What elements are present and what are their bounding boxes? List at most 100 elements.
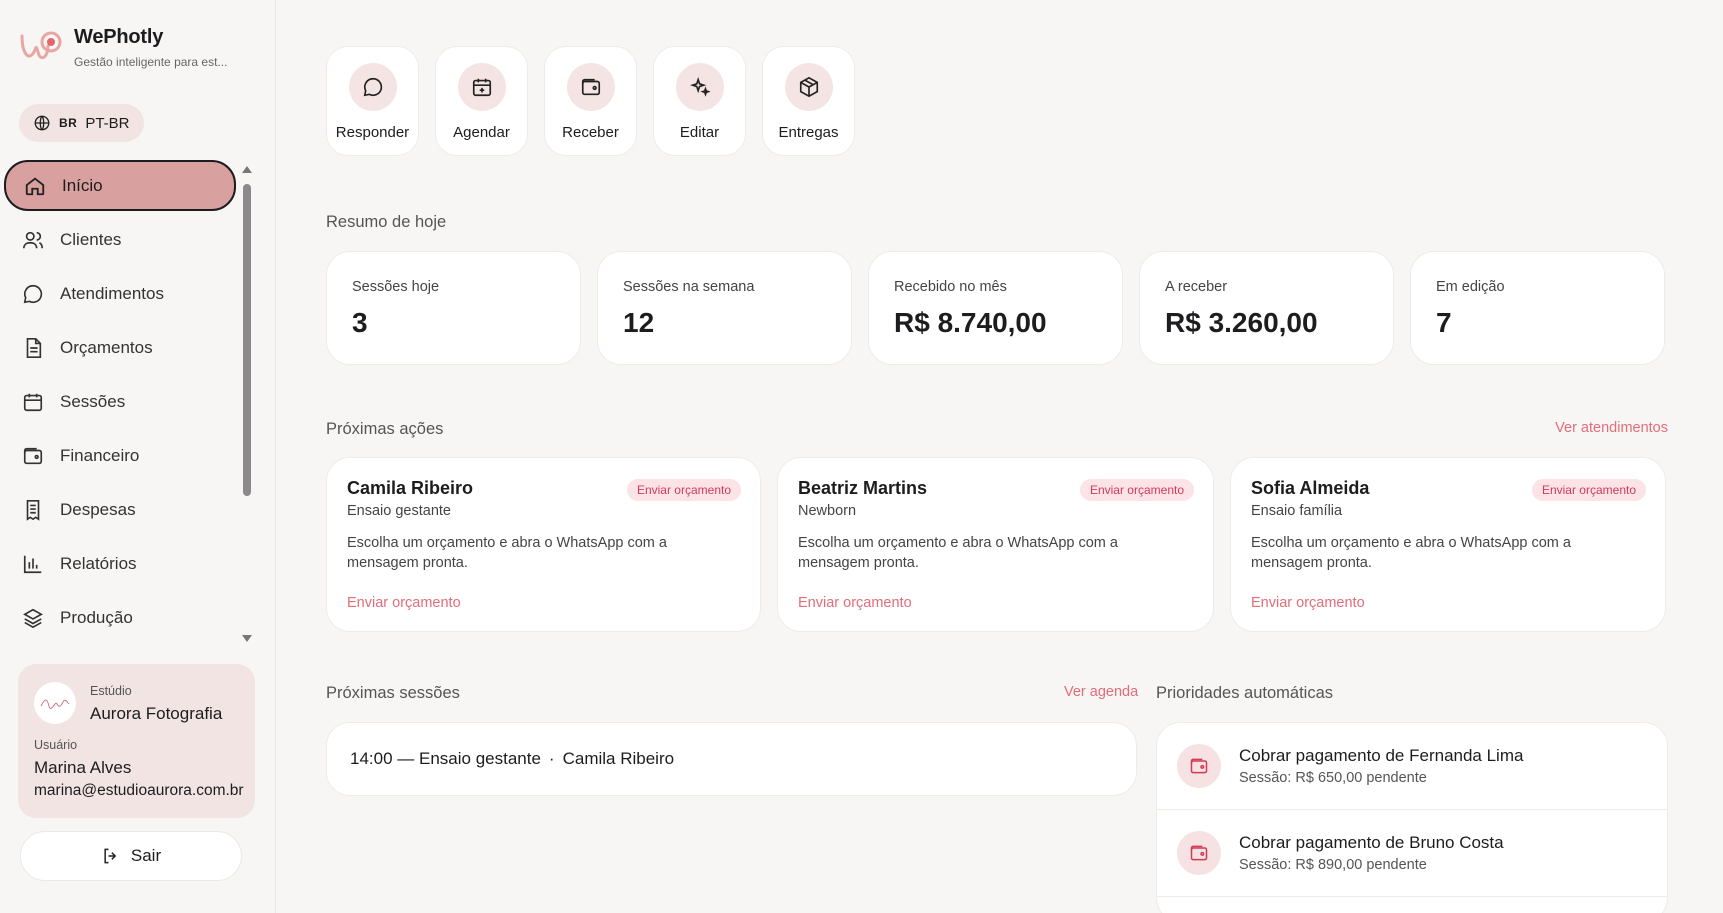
user-email: marina@estudioaurora.com.br (34, 782, 244, 799)
sidebar-scrollbar[interactable] (240, 166, 254, 642)
stat-card: Sessões na semana 12 (597, 251, 852, 365)
language-code: BR (59, 116, 78, 130)
summary-title: Resumo de hoje (326, 213, 447, 231)
status-badge: Enviar orçamento (1079, 479, 1194, 501)
wallet-icon (1177, 744, 1221, 788)
studio-name: Aurora Fotografia (90, 704, 223, 723)
logout-button[interactable]: Sair (20, 831, 242, 881)
sidebar-item-label: Sessões (60, 391, 126, 411)
send-quote-link[interactable]: Enviar orçamento (798, 595, 912, 611)
priority-title: Cobrar pagamento de Bruno Costa (1239, 833, 1504, 852)
studio-avatar (34, 682, 76, 724)
sidebar-item-clientes[interactable]: Clientes (4, 214, 236, 265)
action-card[interactable]: Sofia Almeida Ensaio família Enviar orça… (1230, 457, 1666, 632)
session-time-type: 14:00 — Ensaio gestante (350, 749, 541, 768)
sidebar-item-label: Início (62, 175, 103, 195)
stat-value: R$ 8.740,00 (894, 307, 1047, 338)
see-appointments-link[interactable]: Ver atendimentos (1555, 420, 1668, 436)
sidebar-item-sessoes[interactable]: Sessões (4, 376, 236, 427)
sidebar: WePhotly Gestão inteligente para est... … (0, 0, 276, 913)
studio-signature-logo-icon (40, 699, 70, 709)
status-badge: Enviar orçamento (1531, 479, 1646, 501)
quick-actions: Responder Agendar Receber Editar Entrega… (326, 46, 871, 156)
scroll-down-arrow-icon[interactable] (242, 635, 252, 642)
next-actions-title: Próximas ações (326, 420, 444, 438)
document-icon (20, 335, 46, 361)
sidebar-item-label: Orçamentos (60, 337, 153, 357)
action-description: Escolha um orçamento e abra o WhatsApp c… (347, 535, 667, 571)
brand-name: WePhotly (74, 26, 164, 48)
language-selector[interactable]: BR PT-BR (19, 104, 144, 142)
sidebar-item-relatorios[interactable]: Relatórios (4, 538, 236, 589)
sidebar-item-label: Produção (60, 607, 133, 627)
chat-icon (20, 281, 46, 307)
sidebar-item-label: Despesas (60, 499, 136, 519)
priorities-list: Cobrar pagamento de Fernanda Lima Sessão… (1156, 722, 1668, 913)
next-sessions-title: Próximas sessões (326, 684, 460, 702)
session-item[interactable]: 14:00 — Ensaio gestante · Camila Ribeiro (326, 722, 1137, 796)
action-card[interactable]: Camila Ribeiro Ensaio gestante Enviar or… (326, 457, 761, 632)
see-schedule-link[interactable]: Ver agenda (1064, 684, 1138, 700)
sidebar-item-producao[interactable]: Produção (4, 592, 236, 643)
stat-label: Sessões hoje (352, 279, 440, 295)
quick-action-responder[interactable]: Responder (326, 46, 419, 156)
action-description: Escolha um orçamento e abra o WhatsApp c… (798, 535, 1118, 571)
quick-action-entregas[interactable]: Entregas (762, 46, 855, 156)
user-name: Marina Alves (34, 758, 132, 777)
layers-icon (20, 605, 46, 631)
stat-label: Sessões na semana (623, 279, 755, 295)
priority-item[interactable]: Cobrar pagamento de Bruno Costa Sessão: … (1157, 810, 1667, 897)
quick-action-editar[interactable]: Editar (653, 46, 746, 156)
globe-icon (34, 115, 50, 131)
status-badge: Enviar orçamento (626, 479, 741, 501)
wallet-icon (1177, 831, 1221, 875)
summary-stats: Sessões hoje 3 Sessões na semana 12 Rece… (326, 251, 1665, 365)
stat-label: Em edição (1436, 279, 1505, 295)
priority-subtitle: Sessão: R$ 890,00 pendente (1239, 857, 1427, 873)
send-quote-link[interactable]: Enviar orçamento (1251, 595, 1365, 611)
send-quote-link[interactable]: Enviar orçamento (347, 595, 461, 611)
quick-action-label: Entregas (778, 124, 839, 141)
stat-value: 3 (352, 307, 368, 338)
action-description: Escolha um orçamento e abra o WhatsApp c… (1251, 535, 1571, 571)
quick-action-agendar[interactable]: Agendar (435, 46, 528, 156)
brand-subtitle: Gestão inteligente para est... (74, 55, 228, 69)
next-actions-list: Camila Ribeiro Ensaio gestante Enviar or… (326, 457, 1666, 632)
stat-label: A receber (1165, 279, 1228, 295)
stat-value: 7 (1436, 307, 1452, 338)
logout-icon (101, 846, 121, 866)
receipt-icon (20, 497, 46, 523)
sidebar-item-orcamentos[interactable]: Orçamentos (4, 322, 236, 373)
session-type: Ensaio família (1251, 503, 1343, 519)
bar-chart-icon (20, 551, 46, 577)
priority-item[interactable]: Cobrar pagamento de Fernanda Lima Sessão… (1157, 723, 1667, 810)
priority-subtitle: Sessão: R$ 650,00 pendente (1239, 770, 1427, 786)
sidebar-item-despesas[interactable]: Despesas (4, 484, 236, 535)
quick-action-label: Agendar (453, 124, 510, 141)
sidebar-item-label: Financeiro (60, 445, 140, 465)
sidebar-item-inicio[interactable]: Início (4, 160, 236, 211)
sidebar-item-label: Relatórios (60, 553, 137, 573)
stat-label: Recebido no mês (894, 279, 1007, 295)
sparkles-icon (675, 63, 724, 111)
sidebar-item-atendimentos[interactable]: Atendimentos (4, 268, 236, 319)
sidebar-nav: Início Clientes Atendimentos Orçamentos … (4, 160, 236, 650)
sidebar-item-label: Clientes (60, 229, 122, 249)
action-card[interactable]: Beatriz Martins Newborn Enviar orçamento… (777, 457, 1214, 632)
stat-value: R$ 3.260,00 (1165, 307, 1318, 338)
language-label: PT-BR (85, 114, 130, 132)
studio-label: Estúdio (90, 684, 132, 698)
sidebar-item-financeiro[interactable]: Financeiro (4, 430, 236, 481)
brand[interactable]: WePhotly Gestão inteligente para est... (18, 22, 227, 69)
priorities-title: Prioridades automáticas (1156, 684, 1334, 702)
calendar-plus-icon (457, 63, 506, 111)
home-icon (22, 173, 48, 199)
scrollbar-thumb[interactable] (243, 184, 251, 496)
user-label: Usuário (34, 738, 78, 752)
wallet-icon (566, 63, 615, 111)
quick-action-label: Editar (679, 124, 720, 141)
quick-action-receber[interactable]: Receber (544, 46, 637, 156)
session-type: Ensaio gestante (347, 503, 451, 519)
quick-action-label: Responder (335, 124, 410, 141)
scroll-up-arrow-icon[interactable] (242, 166, 252, 173)
